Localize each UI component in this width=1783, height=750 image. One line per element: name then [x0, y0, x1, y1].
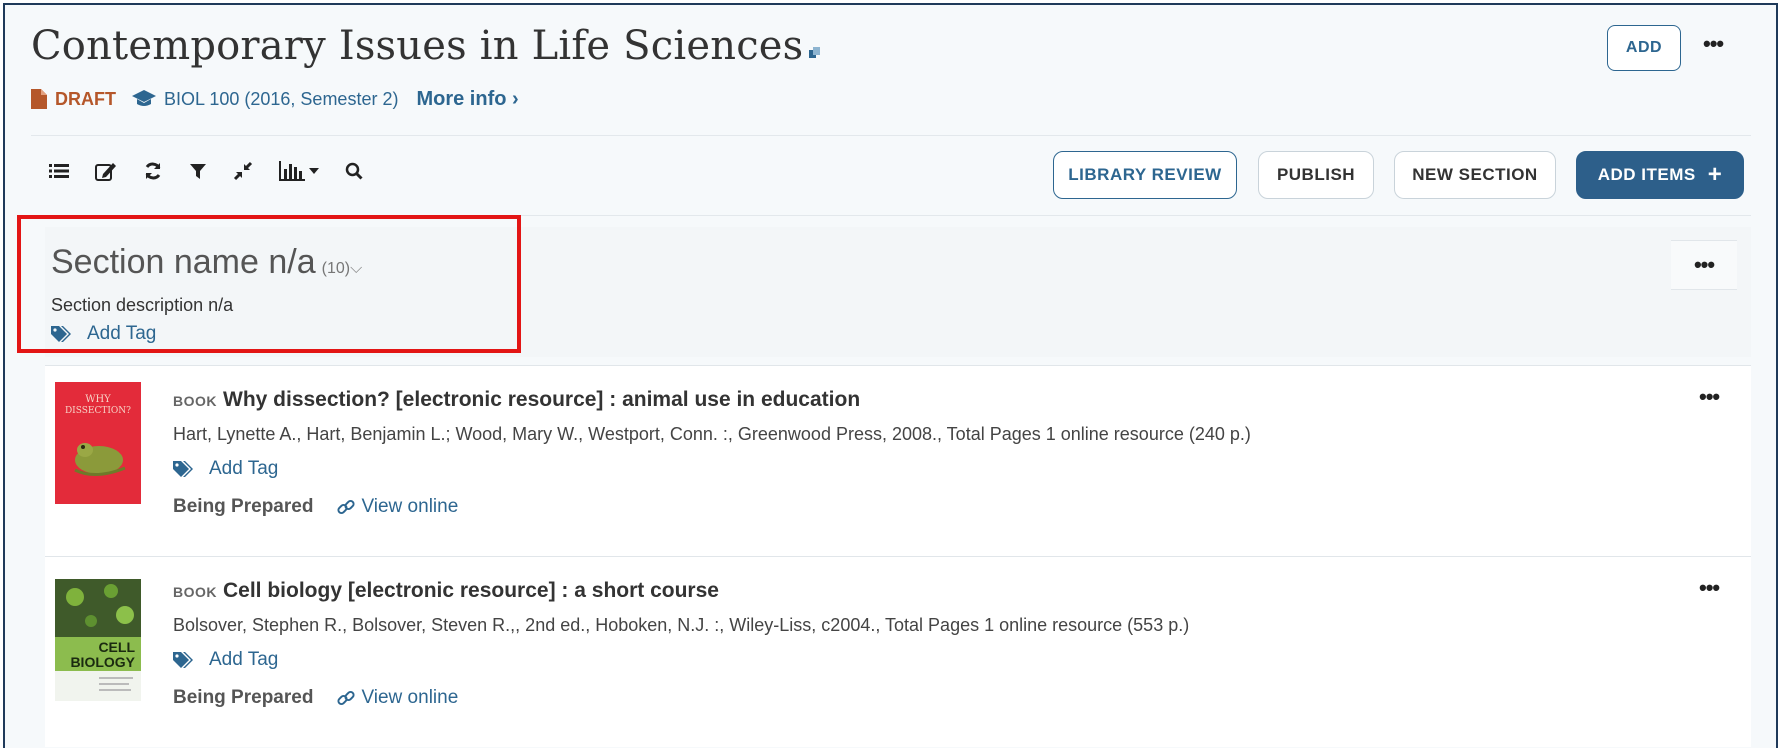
caret-down-icon [309, 168, 319, 174]
item-title-text: Why dissection? [electronic resource] : … [223, 388, 861, 411]
add-tag-label: Add Tag [209, 649, 279, 670]
divider [31, 135, 1751, 136]
more-info-link[interactable]: More info › [416, 88, 518, 111]
publish-button[interactable]: PUBLISH [1258, 151, 1374, 199]
edit-icon[interactable] [95, 161, 117, 181]
more-options-icon: ••• [1693, 252, 1715, 277]
item-title[interactable]: BOOK Why dissection? [electronic resource… [173, 388, 860, 412]
item-status-row: Being Prepared View online [173, 496, 458, 518]
bar-chart-icon [279, 161, 305, 181]
graduation-cap-icon [132, 90, 156, 106]
add-items-button[interactable]: ADD ITEMS + [1576, 151, 1744, 199]
list-item: CELL BIOLOGY BOOK Cell biology [electroni… [45, 556, 1751, 747]
item-add-tag[interactable]: Add Tag [173, 649, 278, 671]
draft-label: DRAFT [55, 88, 116, 109]
more-options-icon[interactable]: ••• [1699, 575, 1720, 601]
view-online-link[interactable]: View online [337, 496, 458, 518]
item-status-row: Being Prepared View online [173, 687, 458, 709]
filter-icon[interactable] [189, 162, 207, 180]
more-options-icon[interactable]: ••• [1699, 384, 1720, 410]
course-info[interactable]: BIOL 100 (2016, Semester 2) [132, 89, 398, 110]
collapse-icon[interactable] [233, 161, 253, 181]
copy-icon[interactable] [809, 47, 821, 59]
view-online-label: View online [361, 496, 459, 517]
more-info-label: More info [416, 87, 507, 110]
add-button[interactable]: ADD [1607, 25, 1681, 71]
more-options-icon[interactable]: ••• [1703, 31, 1724, 57]
status-badge: Being Prepared [173, 496, 314, 517]
reading-list-page: Contemporary Issues in Life Sciences DRA… [3, 3, 1778, 748]
item-type: BOOK [173, 393, 217, 409]
search-icon[interactable] [345, 162, 363, 180]
book-cover[interactable]: WHY DISSECTION? [55, 382, 141, 504]
library-review-button[interactable]: LIBRARY REVIEW [1053, 151, 1237, 199]
toolbar [49, 161, 363, 181]
add-items-label: ADD ITEMS [1597, 165, 1696, 184]
view-online-link[interactable]: View online [337, 687, 458, 709]
book-cover-image: CELL BIOLOGY [55, 579, 141, 701]
highlight-box [17, 215, 521, 353]
book-cover-image: WHY DISSECTION? [55, 382, 141, 504]
item-title[interactable]: BOOK Cell biology [electronic resource] :… [173, 579, 719, 603]
chevron-right-icon: › [512, 87, 519, 110]
draft-status: DRAFT [31, 89, 116, 110]
item-metadata: Bolsover, Stephen R., Bolsover, Steven R… [173, 615, 1190, 635]
document-icon [31, 89, 47, 109]
page-title-text: Contemporary Issues in Life Sciences [31, 23, 804, 69]
list-view-icon[interactable] [49, 163, 69, 179]
link-icon [337, 690, 355, 706]
plus-icon: + [1707, 161, 1723, 188]
item-type: BOOK [173, 584, 217, 600]
item-metadata: Hart, Lynette A., Hart, Benjamin L.; Woo… [173, 424, 1251, 444]
cover-line: WHY [85, 394, 111, 405]
item-title-text: Cell biology [electronic resource] : a s… [223, 579, 719, 602]
refresh-icon[interactable] [143, 161, 163, 181]
cover-line: BIOLOGY [70, 654, 135, 670]
tags-icon [173, 461, 193, 477]
cover-line: DISSECTION? [65, 406, 131, 416]
page-title: Contemporary Issues in Life Sciences [31, 23, 821, 69]
course-label: BIOL 100 (2016, Semester 2) [164, 88, 399, 109]
status-badge: Being Prepared [173, 687, 314, 708]
tags-icon [173, 652, 193, 668]
item-add-tag[interactable]: Add Tag [173, 458, 278, 480]
cover-line: CELL [98, 639, 135, 655]
book-cover[interactable]: CELL BIOLOGY [55, 579, 141, 701]
link-icon [337, 499, 355, 515]
new-section-button[interactable]: NEW SECTION [1394, 151, 1556, 199]
list-meta: DRAFT BIOL 100 (2016, Semester 2) More i… [31, 85, 519, 113]
list-item: WHY DISSECTION? BOOK Why dissection? [ele… [45, 365, 1751, 556]
add-tag-label: Add Tag [209, 458, 279, 479]
view-online-label: View online [361, 687, 459, 708]
chart-dropdown[interactable] [279, 161, 319, 181]
section-more-options[interactable]: ••• [1671, 240, 1737, 290]
